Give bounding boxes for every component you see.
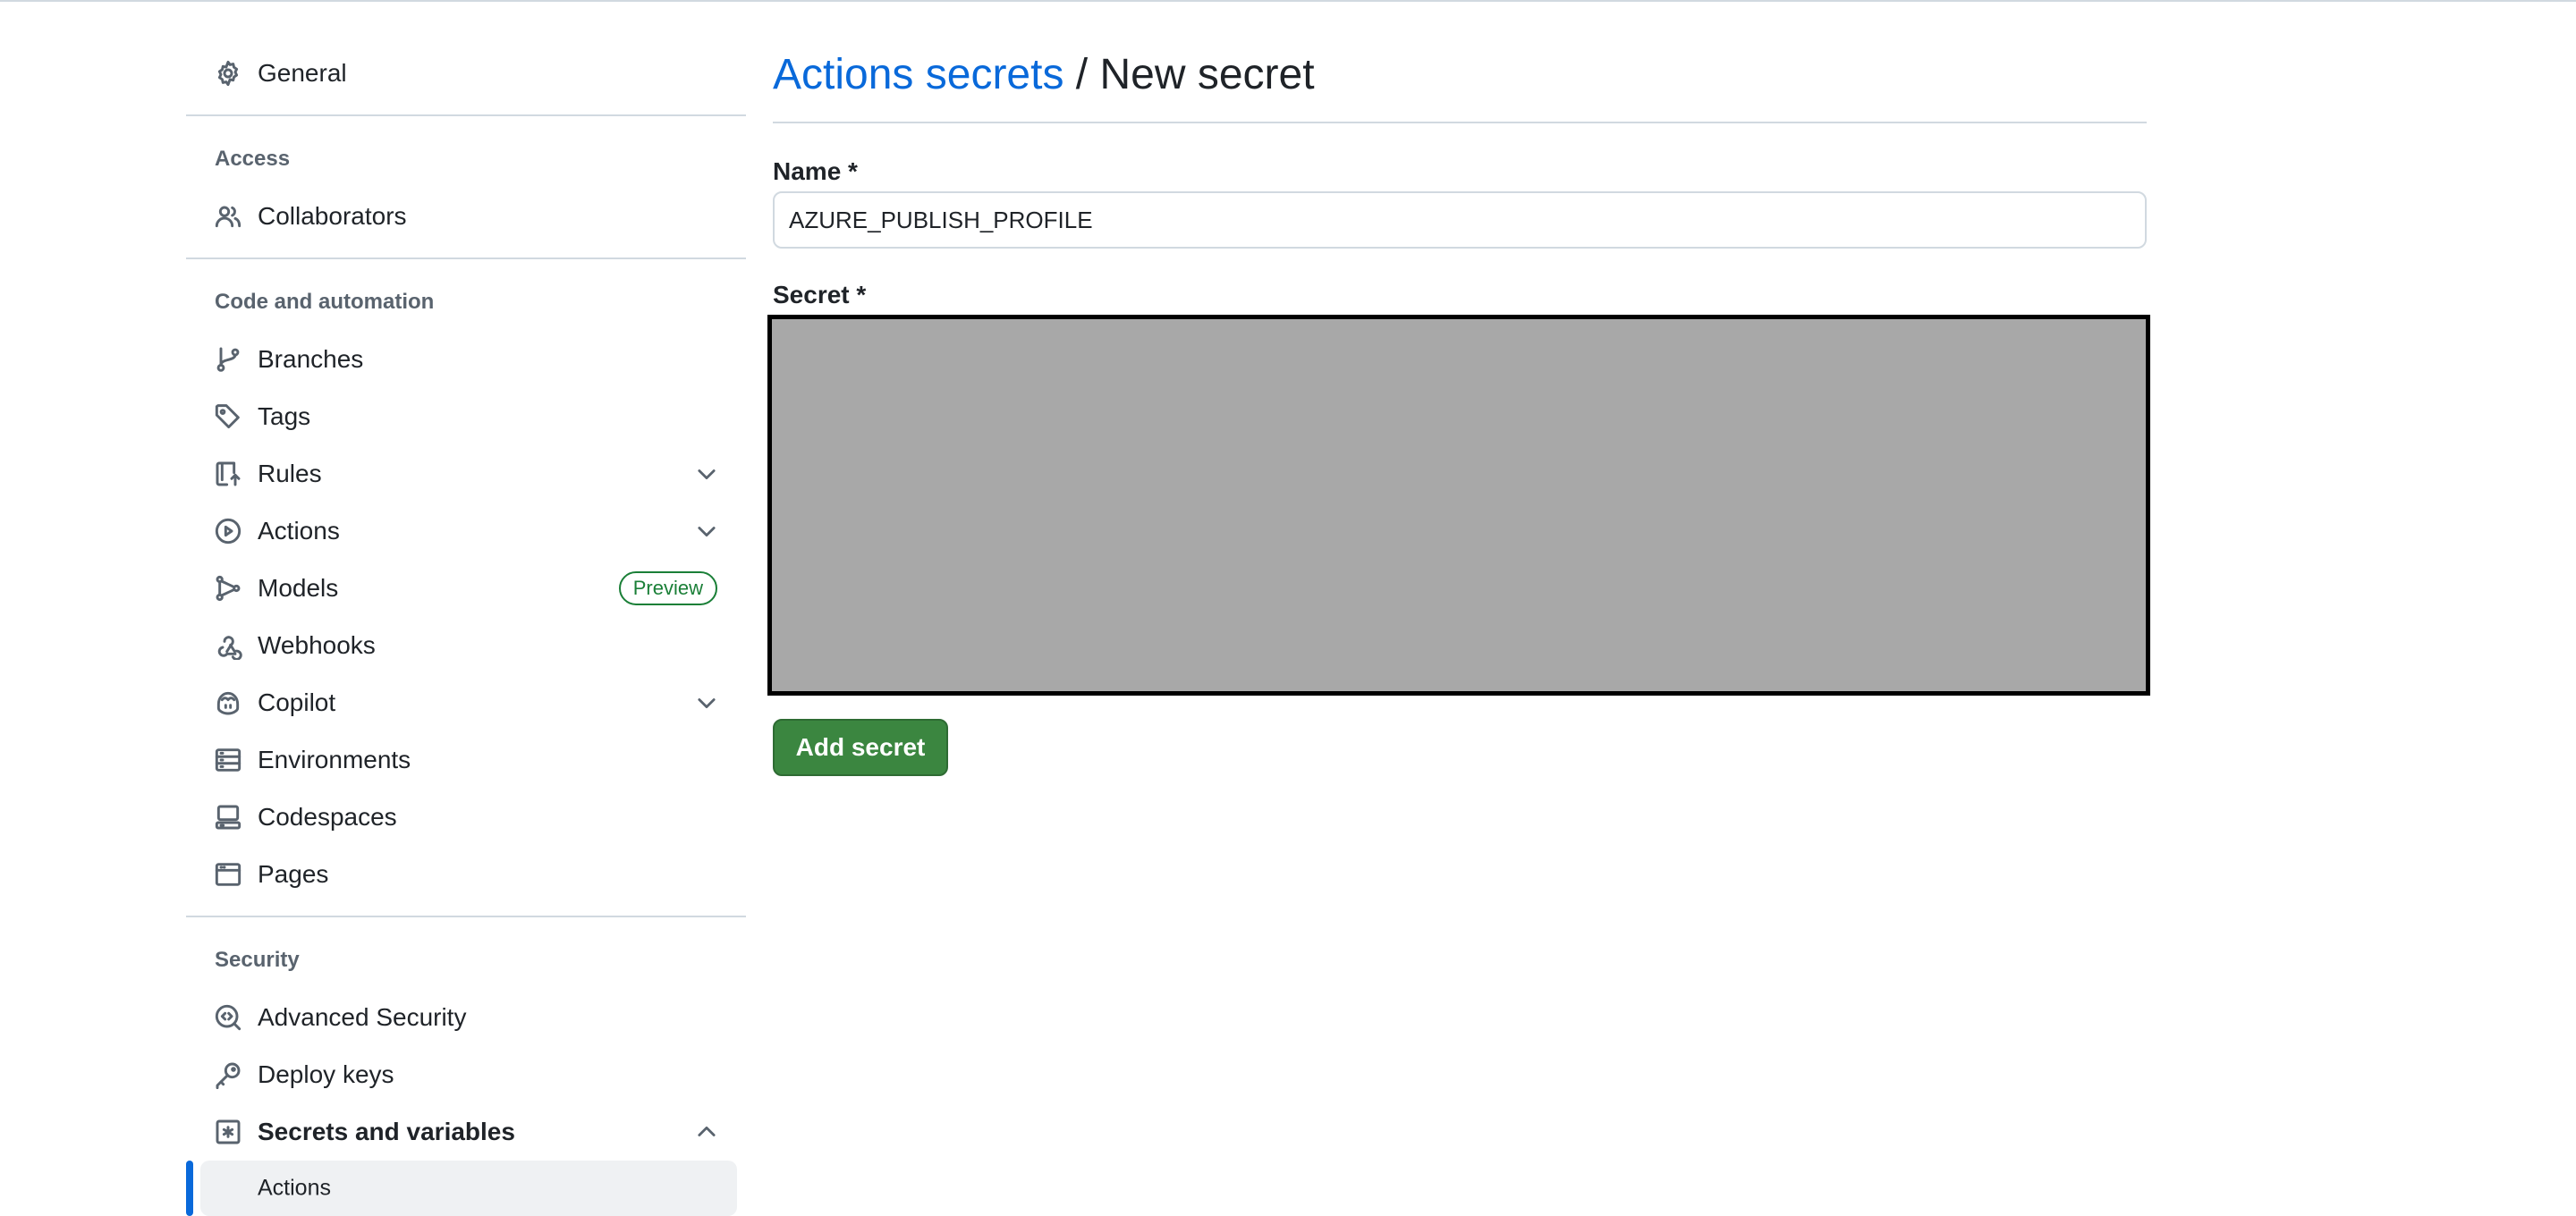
sidebar-section-access: Access xyxy=(215,147,291,171)
sidebar-item-rules[interactable]: Rules xyxy=(186,447,746,501)
sidebar-item-pages[interactable]: Pages xyxy=(186,848,746,901)
sidebar-item-label: Collaborators xyxy=(258,202,407,230)
sidebar-item-label: Pages xyxy=(258,860,329,888)
sidebar-item-label: Advanced Security xyxy=(258,1003,467,1031)
gear-icon xyxy=(213,58,243,89)
page-title: Actions secrets / New secret xyxy=(773,50,1315,99)
git-branch-icon xyxy=(213,344,243,375)
active-item-indicator xyxy=(186,1161,193,1216)
key-icon xyxy=(213,1060,243,1090)
secret-name-input[interactable] xyxy=(773,191,2147,249)
copilot-icon xyxy=(213,688,243,718)
sidebar-divider xyxy=(186,258,746,259)
sidebar-item-secrets-and-variables[interactable]: Secrets and variables xyxy=(186,1105,746,1159)
webhook-icon xyxy=(213,630,243,661)
tag-icon xyxy=(213,401,243,432)
chevron-down-icon[interactable] xyxy=(694,461,719,486)
add-secret-button[interactable]: Add secret xyxy=(773,719,948,776)
sidebar-item-branches[interactable]: Branches xyxy=(186,333,746,386)
chevron-down-icon[interactable] xyxy=(694,519,719,544)
breadcrumb-separator: / xyxy=(1063,51,1100,98)
sidebar-item-models[interactable]: Models Preview xyxy=(186,562,746,615)
server-icon xyxy=(213,745,243,775)
breadcrumb-current: New secret xyxy=(1099,51,1315,98)
sidebar-section-security: Security xyxy=(215,948,300,972)
sidebar-divider xyxy=(186,916,746,917)
sidebar-item-advanced-security[interactable]: Advanced Security xyxy=(186,991,746,1044)
secret-field-label: Secret * xyxy=(773,281,867,308)
chevron-down-icon[interactable] xyxy=(694,690,719,715)
settings-sidebar: General Access Collaborators Code and au… xyxy=(186,0,746,1216)
people-icon xyxy=(213,201,243,232)
sidebar-item-label: Environments xyxy=(258,746,411,773)
asterisk-icon xyxy=(213,1117,243,1147)
sidebar-item-codespaces[interactable]: Codespaces xyxy=(186,790,746,844)
chevron-up-icon[interactable] xyxy=(694,1119,719,1144)
sidebar-item-label: Branches xyxy=(258,345,364,373)
sidebar-item-actions[interactable]: Actions xyxy=(186,504,746,558)
sidebar-item-label: Copilot xyxy=(258,688,336,716)
sidebar-item-label: Rules xyxy=(258,460,322,487)
sidebar-item-general[interactable]: General xyxy=(186,46,746,100)
sidebar-item-deploy-keys[interactable]: Deploy keys xyxy=(186,1048,746,1102)
sidebar-item-label: Models xyxy=(258,574,339,602)
sidebar-section-code-and-automation: Code and automation xyxy=(215,290,435,314)
sidebar-item-webhooks[interactable]: Webhooks xyxy=(186,619,746,672)
sidebar-item-tags[interactable]: Tags xyxy=(186,390,746,443)
name-field-label: Name * xyxy=(773,157,858,185)
preview-badge: Preview xyxy=(618,571,717,605)
sidebar-item-copilot[interactable]: Copilot xyxy=(186,676,746,730)
sidebar-item-label: General xyxy=(258,59,347,87)
breadcrumb-actions-secrets-link[interactable]: Actions secrets xyxy=(773,51,1063,98)
sidebar-subitem-secrets-actions[interactable]: Actions xyxy=(200,1161,737,1216)
play-icon xyxy=(213,516,243,546)
secret-value-textarea-redacted[interactable] xyxy=(767,315,2150,696)
repo-push-icon xyxy=(213,459,243,489)
sidebar-item-label: Actions xyxy=(258,517,340,545)
sidebar-item-collaborators[interactable]: Collaborators xyxy=(186,190,746,243)
sidebar-item-label: Secrets and variables xyxy=(258,1118,515,1145)
sidebar-item-label: Deploy keys xyxy=(258,1060,394,1088)
codescan-icon xyxy=(213,1002,243,1033)
sidebar-item-label: Actions xyxy=(258,1175,331,1201)
sidebar-item-label: Tags xyxy=(258,402,311,430)
models-icon xyxy=(213,573,243,604)
title-divider xyxy=(773,122,2147,123)
sidebar-item-environments[interactable]: Environments xyxy=(186,733,746,787)
browser-icon xyxy=(213,859,243,890)
sidebar-item-label: Webhooks xyxy=(258,631,376,659)
sidebar-divider xyxy=(186,114,746,116)
codespaces-icon xyxy=(213,802,243,832)
sidebar-item-label: Codespaces xyxy=(258,803,397,831)
